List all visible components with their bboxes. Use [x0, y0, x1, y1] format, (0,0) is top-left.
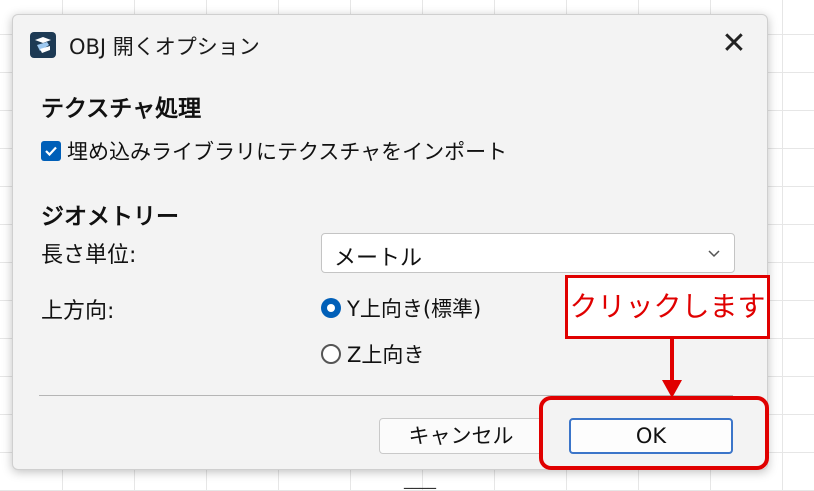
- background-text-fragment: ____: [404, 470, 436, 489]
- geometry-section-title: ジオメトリー: [41, 204, 179, 230]
- import-texture-label: 埋め込みライブラリにテクスチャをインポート: [67, 140, 508, 164]
- dialog-title: OBJ 開くオプション: [69, 35, 260, 59]
- up-direction-label: 上方向:: [41, 299, 115, 324]
- callout-arrow-icon: [662, 380, 682, 398]
- import-texture-checkbox[interactable]: [41, 141, 61, 161]
- radio-z-up-label: Z上向き: [347, 343, 425, 367]
- import-texture-checkbox-row[interactable]: 埋め込みライブラリにテクスチャをインポート: [41, 136, 507, 166]
- close-button[interactable]: ✕: [717, 27, 751, 61]
- radio-y-up[interactable]: Y上向き(標準): [321, 293, 481, 323]
- chevron-down-icon: [708, 250, 720, 258]
- radio-z-up[interactable]: Z上向き: [321, 339, 424, 369]
- title-bar: OBJ 開くオプション ✕: [13, 15, 767, 75]
- length-unit-select[interactable]: メートル: [321, 233, 735, 273]
- check-icon: [45, 146, 57, 157]
- radio-y-up-button[interactable]: [321, 298, 341, 318]
- length-unit-label: 長さ単位:: [41, 243, 137, 268]
- radio-y-up-label: Y上向き(標準): [347, 297, 482, 321]
- length-unit-value: メートル: [334, 246, 423, 271]
- app-logo-icon: [30, 32, 56, 58]
- ok-button-highlight: [539, 396, 769, 470]
- radio-z-up-button[interactable]: [321, 344, 341, 364]
- close-icon[interactable]: ✕: [721, 26, 746, 61]
- click-instruction-callout: クリックします: [565, 275, 770, 339]
- cancel-button[interactable]: キャンセル: [379, 418, 543, 454]
- callout-arrow-line: [670, 339, 674, 383]
- texture-section-title: テクスチャ処理: [41, 96, 202, 122]
